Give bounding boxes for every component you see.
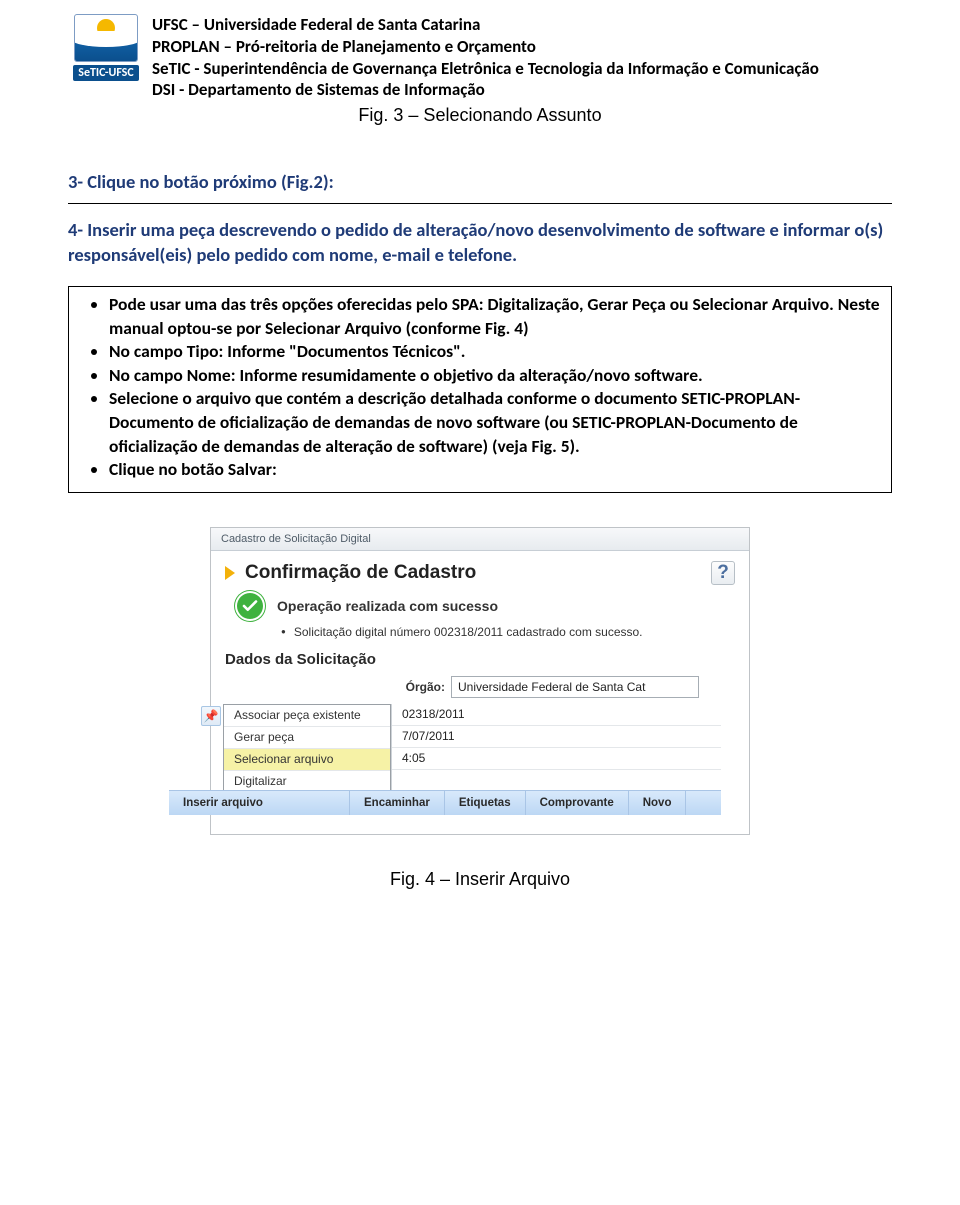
toolbar-comprovante[interactable]: Comprovante (526, 791, 629, 815)
header-line-2: PROPLAN – Pró-reitoria de Planejamento e… (152, 36, 892, 58)
toolbar-novo[interactable]: Novo (629, 791, 687, 815)
ctx-item-gerar[interactable]: Gerar peça (224, 727, 390, 749)
success-check-icon (235, 591, 265, 621)
success-message: Solicitação digital número 002318/2011 c… (281, 625, 735, 639)
ctx-item-digitalizar[interactable]: Digitalizar (224, 771, 390, 792)
spa-screenshot: Cadastro de Solicitação Digital Confirma… (210, 527, 750, 835)
step-4-paragraph: 4- Inserir uma peça descrevendo o pedido… (68, 218, 892, 268)
header-line-1: UFSC – Universidade Federal de Santa Cat… (152, 14, 892, 36)
header-lines: UFSC – Universidade Federal de Santa Cat… (144, 14, 892, 101)
confirmation-title-row: Confirmação de Cadastro ? (225, 561, 735, 585)
confirmation-title: Confirmação de Cadastro (245, 562, 711, 584)
ctx-item-associar[interactable]: Associar peça existente (224, 705, 390, 727)
setic-ufsc-logo: SeTIC-UFSC (68, 14, 144, 81)
orgao-row: Órgão: Universidade Federal de Santa Cat (225, 676, 735, 698)
box-intro: Pode usar uma das três opções oferecidas… (109, 293, 881, 340)
step-3-heading: 3- Clique no botão próximo (Fig.2): (68, 170, 892, 193)
header-line-3: SeTIC - Superintendência de Governança E… (152, 58, 892, 80)
divider (68, 203, 892, 204)
toolbar-encaminhar[interactable]: Encaminhar (350, 791, 445, 815)
context-menu: Associar peça existente Gerar peça Selec… (223, 704, 391, 793)
instruction-box: Pode usar uma das três opções oferecidas… (68, 286, 892, 493)
toolbar-etiquetas[interactable]: Etiquetas (445, 791, 526, 815)
toolbar-inserir-arquivo[interactable]: Inserir arquivo (169, 791, 350, 815)
breadcrumb: Cadastro de Solicitação Digital (211, 528, 749, 551)
stub-hora: 4:05 (392, 748, 721, 770)
page-header: SeTIC-UFSC UFSC – Universidade Federal d… (68, 14, 892, 101)
box-bullet-2: No campo Nome: Informe resumidamente o o… (109, 364, 881, 388)
help-button[interactable]: ? (711, 561, 735, 585)
caret-right-icon (225, 566, 235, 580)
success-row: Operação realizada com sucesso (235, 591, 735, 621)
orgao-label: Órgão: (225, 680, 445, 694)
header-line-4: DSI - Departamento de Sistemas de Inform… (152, 79, 892, 101)
box-bullet-4: Clique no botão Salvar: (109, 458, 881, 482)
logo-text: SeTIC-UFSC (73, 65, 138, 81)
partial-fields: 02318/2011 7/07/2011 4:05 (391, 704, 721, 790)
box-bullet-3: Selecione o arquivo que contém a descriç… (109, 387, 881, 458)
stub-numero: 02318/2011 (392, 704, 721, 726)
box-bullet-1: No campo Tipo: Informe "Documentos Técni… (109, 340, 881, 364)
success-title: Operação realizada com sucesso (277, 598, 498, 614)
figure-4-caption: Fig. 4 – Inserir Arquivo (68, 869, 892, 890)
orgao-field[interactable]: Universidade Federal de Santa Cat (451, 676, 699, 698)
figure-3-caption: Fig. 3 – Selecionando Assunto (68, 105, 892, 126)
stub-data: 7/07/2011 (392, 726, 721, 748)
logo-mark (74, 14, 138, 62)
ctx-item-selecionar[interactable]: Selecionar arquivo (224, 749, 390, 771)
pin-icon[interactable]: 📌 (201, 706, 221, 726)
action-toolbar: Inserir arquivo Encaminhar Etiquetas Com… (169, 790, 721, 815)
section-title: Dados da Solicitação (225, 651, 735, 668)
